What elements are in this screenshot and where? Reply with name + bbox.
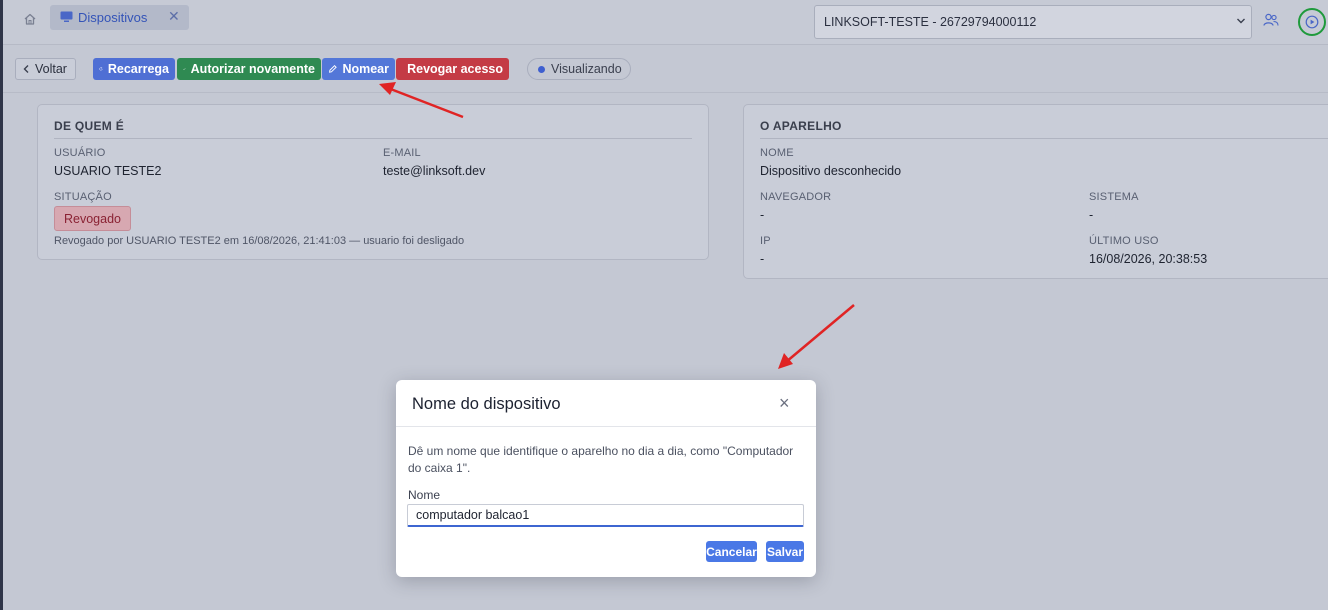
authorize-again-button[interactable]: Autorizar novamente xyxy=(177,58,321,80)
authorize-button-label: Autorizar novamente xyxy=(190,62,315,76)
last-use-label: ÚLTIMO USO xyxy=(1089,235,1159,247)
user-label: USUÁRIO xyxy=(54,147,106,159)
pencil-icon xyxy=(329,64,337,73)
save-button-label: Salvar xyxy=(766,544,804,559)
owner-card: DE QUEM É USUÁRIO USUARIO TESTE2 E-MAIL … xyxy=(37,104,709,260)
tab-label: Dispositivos xyxy=(78,10,148,25)
email-label: E-MAIL xyxy=(383,147,421,159)
highlight-ring xyxy=(1298,8,1326,36)
device-card-divider xyxy=(760,138,1328,139)
tenant-selected-value: LINKSOFT-TESTE - 26729794000112 xyxy=(824,15,1037,29)
annotation-arrow-modal xyxy=(778,304,855,369)
owner-card-divider xyxy=(54,138,692,139)
rename-button[interactable]: Nomear xyxy=(322,58,395,80)
status-label: Visualizando xyxy=(551,62,622,76)
action-toolbar: Voltar Recarrega Autorizar novamente Nom… xyxy=(3,45,1328,93)
system-label: SISTEMA xyxy=(1089,191,1139,203)
play-circle-icon[interactable] xyxy=(1305,15,1319,29)
tenant-select[interactable]: LINKSOFT-TESTE - 26729794000112 xyxy=(814,5,1252,39)
device-name-input[interactable] xyxy=(407,504,804,527)
revoke-access-button[interactable]: Revogar acesso xyxy=(396,58,509,80)
reload-button[interactable]: Recarrega xyxy=(93,58,175,80)
revoke-note: Revogado por USUARIO TESTE2 em 16/08/202… xyxy=(54,235,465,247)
reload-button-label: Recarrega xyxy=(107,62,169,76)
chevron-down-icon xyxy=(1237,18,1245,24)
device-name-value: Dispositivo desconhecido xyxy=(760,164,902,178)
back-button[interactable]: Voltar xyxy=(15,58,76,80)
ip-value: - xyxy=(760,252,765,266)
cancel-button-label: Cancelar xyxy=(706,544,757,559)
tab-dispositivos[interactable]: Dispositivos ✕ xyxy=(50,5,189,30)
cancel-button[interactable]: Cancelar xyxy=(706,541,757,562)
close-icon[interactable]: × xyxy=(779,394,790,412)
device-name-label: NOME xyxy=(760,147,794,159)
email-value: teste@linksoft.dev xyxy=(383,164,486,178)
last-use-value: 16/08/2026, 20:38:53 xyxy=(1089,252,1208,266)
dialog-divider xyxy=(396,426,816,427)
browser-value: - xyxy=(760,208,765,222)
revoked-status-text: Revogado xyxy=(64,211,121,226)
refresh-icon xyxy=(99,67,103,71)
revoke-button-label: Revogar acesso xyxy=(407,62,503,76)
top-tab-bar: Dispositivos ✕ LINKSOFT-TESTE - 26729794… xyxy=(3,0,1328,45)
tab-close-icon[interactable]: ✕ xyxy=(168,8,180,25)
ip-label: IP xyxy=(760,235,771,247)
check-icon xyxy=(183,68,186,71)
status-badge: Visualizando xyxy=(527,58,631,80)
chevron-left-icon xyxy=(23,65,29,73)
revoked-status-badge: Revogado xyxy=(54,206,131,231)
users-icon[interactable] xyxy=(1263,13,1279,27)
device-name-field-label: Nome xyxy=(408,488,441,502)
dialog-description: Dê um nome que identifique o aparelho no… xyxy=(408,444,794,475)
device-card-title: O APARELHO xyxy=(760,119,842,133)
rename-button-label: Nomear xyxy=(342,62,389,76)
back-button-label: Voltar xyxy=(35,62,67,76)
device-name-dialog: Nome do dispositivo × Dê um nome que ide… xyxy=(396,380,816,577)
status-dot xyxy=(538,65,545,73)
home-icon[interactable] xyxy=(22,11,38,27)
system-value: - xyxy=(1089,208,1094,222)
user-value: USUARIO TESTE2 xyxy=(54,164,162,178)
owner-card-title: DE QUEM É xyxy=(54,119,125,133)
situation-label: SITUAÇÃO xyxy=(54,191,112,203)
dialog-title: Nome do dispositivo xyxy=(412,395,561,413)
device-card: O APARELHO NOME Dispositivo desconhecido… xyxy=(743,104,1328,279)
save-button[interactable]: Salvar xyxy=(766,541,804,562)
monitor-icon xyxy=(60,11,73,22)
browser-label: NAVEGADOR xyxy=(760,191,832,203)
